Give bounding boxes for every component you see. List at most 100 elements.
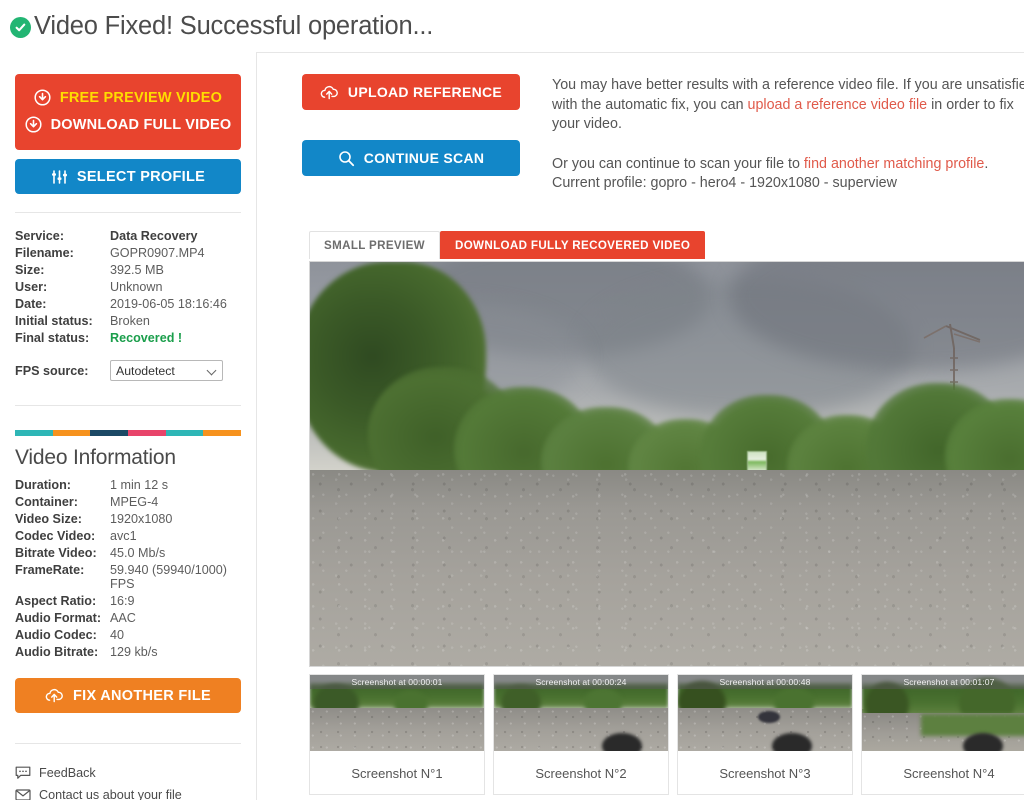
list-item[interactable]: Screenshot at 00:00:24 Screenshot N°2	[493, 673, 669, 795]
select-profile-button[interactable]: SELECT PROFILE	[15, 159, 241, 194]
sliders-icon	[51, 169, 68, 184]
colorbar-seg-5	[165, 430, 204, 436]
fps-source-selected-value: Autodetect	[116, 363, 175, 378]
chat-bubble-icon	[15, 766, 31, 780]
preview-ground	[310, 469, 1024, 666]
colorbar-seg-3	[90, 430, 129, 436]
vi-value: avc1	[110, 528, 137, 543]
check-circle-icon	[10, 16, 31, 38]
contact-us-link[interactable]: Contact us about your file	[15, 788, 241, 800]
thumbnail-overlay-caption: Screenshot at 00:00:24	[494, 674, 668, 689]
cloud-upload-icon	[45, 688, 64, 703]
upload-reference-button[interactable]: UPLOAD REFERENCE	[302, 74, 520, 110]
fix-another-file-button[interactable]: FIX ANOTHER FILE	[15, 678, 241, 713]
table-row: FrameRate: 59.940 (59940/1000) FPS	[15, 561, 241, 592]
table-row: Duration: 1 min 12 s	[15, 476, 241, 493]
download-circle-icon	[34, 89, 51, 106]
file-info-value: 392.5 MB	[110, 262, 164, 277]
vi-key: Bitrate Video:	[15, 545, 97, 560]
thumbnail-label: Screenshot N°2	[535, 765, 627, 781]
file-info-key: Size:	[15, 262, 45, 277]
thumb-vehicle	[758, 710, 781, 723]
thumb-ground	[310, 707, 484, 751]
file-info-row: Size: 392.5 MB	[15, 261, 241, 278]
main-content: UPLOAD REFERENCE CONTINUE SCAN You may h…	[256, 52, 1024, 800]
file-info-value: GOPR0907.MP4	[110, 245, 205, 260]
vi-value: MPEG-4	[110, 494, 159, 509]
file-info-value: Broken	[110, 313, 150, 328]
download-full-video-label: DOWNLOAD FULL VIDEO	[50, 116, 232, 133]
vi-value: 16:9	[110, 593, 135, 608]
file-info-row: Service: Data Recovery	[15, 227, 241, 244]
file-info-value: Data Recovery	[110, 228, 198, 243]
continue-scan-label: CONTINUE SCAN	[363, 150, 485, 166]
file-info-key: Final status:	[15, 330, 90, 345]
table-row: Bitrate Video: 45.0 Mb/s	[15, 544, 241, 561]
free-preview-video-button[interactable]: FREE PREVIEW VIDEO	[15, 84, 241, 111]
file-info-key: Service:	[15, 228, 65, 243]
sidebar-divider-3	[15, 743, 241, 744]
vi-key: FrameRate:	[15, 562, 85, 577]
upload-reference-label: UPLOAD REFERENCE	[347, 84, 503, 100]
file-info-row: Date: 2019-06-05 18:16:46	[15, 295, 241, 312]
profile-paragraph: Or you can continue to scan your file to…	[552, 155, 1024, 194]
file-info-key: User:	[15, 279, 48, 294]
thumbnail-image: Screenshot at 00:00:24	[494, 674, 668, 751]
fps-source-select[interactable]: Autodetect	[110, 360, 223, 381]
free-preview-video-label: FREE PREVIEW VIDEO	[59, 89, 223, 106]
action-buttons-column: UPLOAD REFERENCE CONTINUE SCAN	[302, 74, 520, 194]
contact-us-label: Contact us about your file	[39, 788, 182, 800]
thumbnail-overlay-caption: Screenshot at 00:01:07	[862, 674, 1024, 689]
colorbar-seg-2	[52, 430, 91, 436]
thumbnail-label: Screenshot N°4	[903, 765, 995, 781]
list-item[interactable]: Screenshot at 00:00:48 Screenshot N°3	[677, 673, 853, 795]
feedback-label: FeedBack	[39, 766, 96, 780]
find-matching-profile-link[interactable]: find another matching profile	[804, 156, 984, 172]
mail-icon	[15, 789, 31, 800]
thumbnail-overlay-caption: Screenshot at 00:00:01	[310, 674, 484, 689]
list-item[interactable]: Screenshot at 00:01:07 Screenshot N°4	[861, 673, 1024, 795]
thumbnail-image: Screenshot at 00:00:48	[678, 674, 852, 751]
sidebar: FREE PREVIEW VIDEO DOWNLOAD FULL VIDEO S…	[0, 52, 256, 800]
continue-scan-button[interactable]: CONTINUE SCAN	[302, 140, 520, 176]
vi-key: Audio Codec:	[15, 627, 97, 642]
file-info-key: Initial status:	[15, 313, 93, 328]
list-item[interactable]: Screenshot at 00:00:01 Screenshot N°1	[309, 673, 485, 795]
sidebar-divider-2	[15, 405, 241, 406]
vi-value: AAC	[110, 610, 136, 625]
upload-reference-link[interactable]: upload a reference video file	[748, 97, 928, 113]
fps-source-label: FPS source:	[15, 363, 89, 378]
tab-small-preview[interactable]: SMALL PREVIEW	[309, 230, 440, 259]
chevron-down-icon	[206, 365, 217, 376]
file-info-value: 2019-06-05 18:16:46	[110, 296, 227, 311]
paragraph-2-part-1: Or you can continue to scan your file to	[552, 155, 804, 172]
vi-value: 40	[110, 627, 125, 642]
vi-value: 1 min 12 s	[110, 477, 169, 492]
vi-value: 129 kb/s	[110, 644, 158, 659]
table-row: Codec Video: avc1	[15, 527, 241, 544]
vi-key: Video Size:	[15, 511, 82, 526]
table-row: Audio Bitrate: 129 kb/s	[15, 643, 241, 660]
reference-paragraph: You may have better results with a refer…	[552, 76, 1024, 135]
vi-value: 1920x1080	[110, 511, 173, 526]
feedback-link[interactable]: FeedBack	[15, 766, 241, 780]
fps-source-row: FPS source: Autodetect	[15, 360, 241, 381]
file-info-row: Filename: GOPR0907.MP4	[15, 244, 241, 261]
reference-help-text: You may have better results with a refer…	[520, 74, 1024, 194]
vi-value: 59.940 (59940/1000) FPS	[110, 562, 227, 591]
thumbnail-image: Screenshot at 00:01:07	[862, 674, 1024, 751]
download-full-video-button[interactable]: DOWNLOAD FULL VIDEO	[15, 111, 241, 138]
cloud-upload-icon	[320, 85, 339, 100]
video-preview-frame[interactable]	[309, 260, 1024, 667]
thumb-ground	[494, 707, 668, 751]
file-info-key: Filename:	[15, 245, 74, 260]
sidebar-footer-links: FeedBack Contact us about your file	[15, 766, 241, 800]
file-info-row: Initial status: Broken	[15, 312, 241, 329]
final-status-value: Recovered !	[110, 330, 183, 345]
vi-key: Audio Bitrate:	[15, 644, 99, 659]
video-information-table: Duration: 1 min 12 s Container: MPEG-4 V…	[15, 476, 241, 660]
colorbar-seg-1	[15, 430, 53, 436]
thumb-grass	[921, 714, 1024, 737]
vi-key: Duration:	[15, 477, 71, 492]
tab-download-fully-recovered-video[interactable]: DOWNLOAD FULLY RECOVERED VIDEO	[439, 230, 706, 259]
